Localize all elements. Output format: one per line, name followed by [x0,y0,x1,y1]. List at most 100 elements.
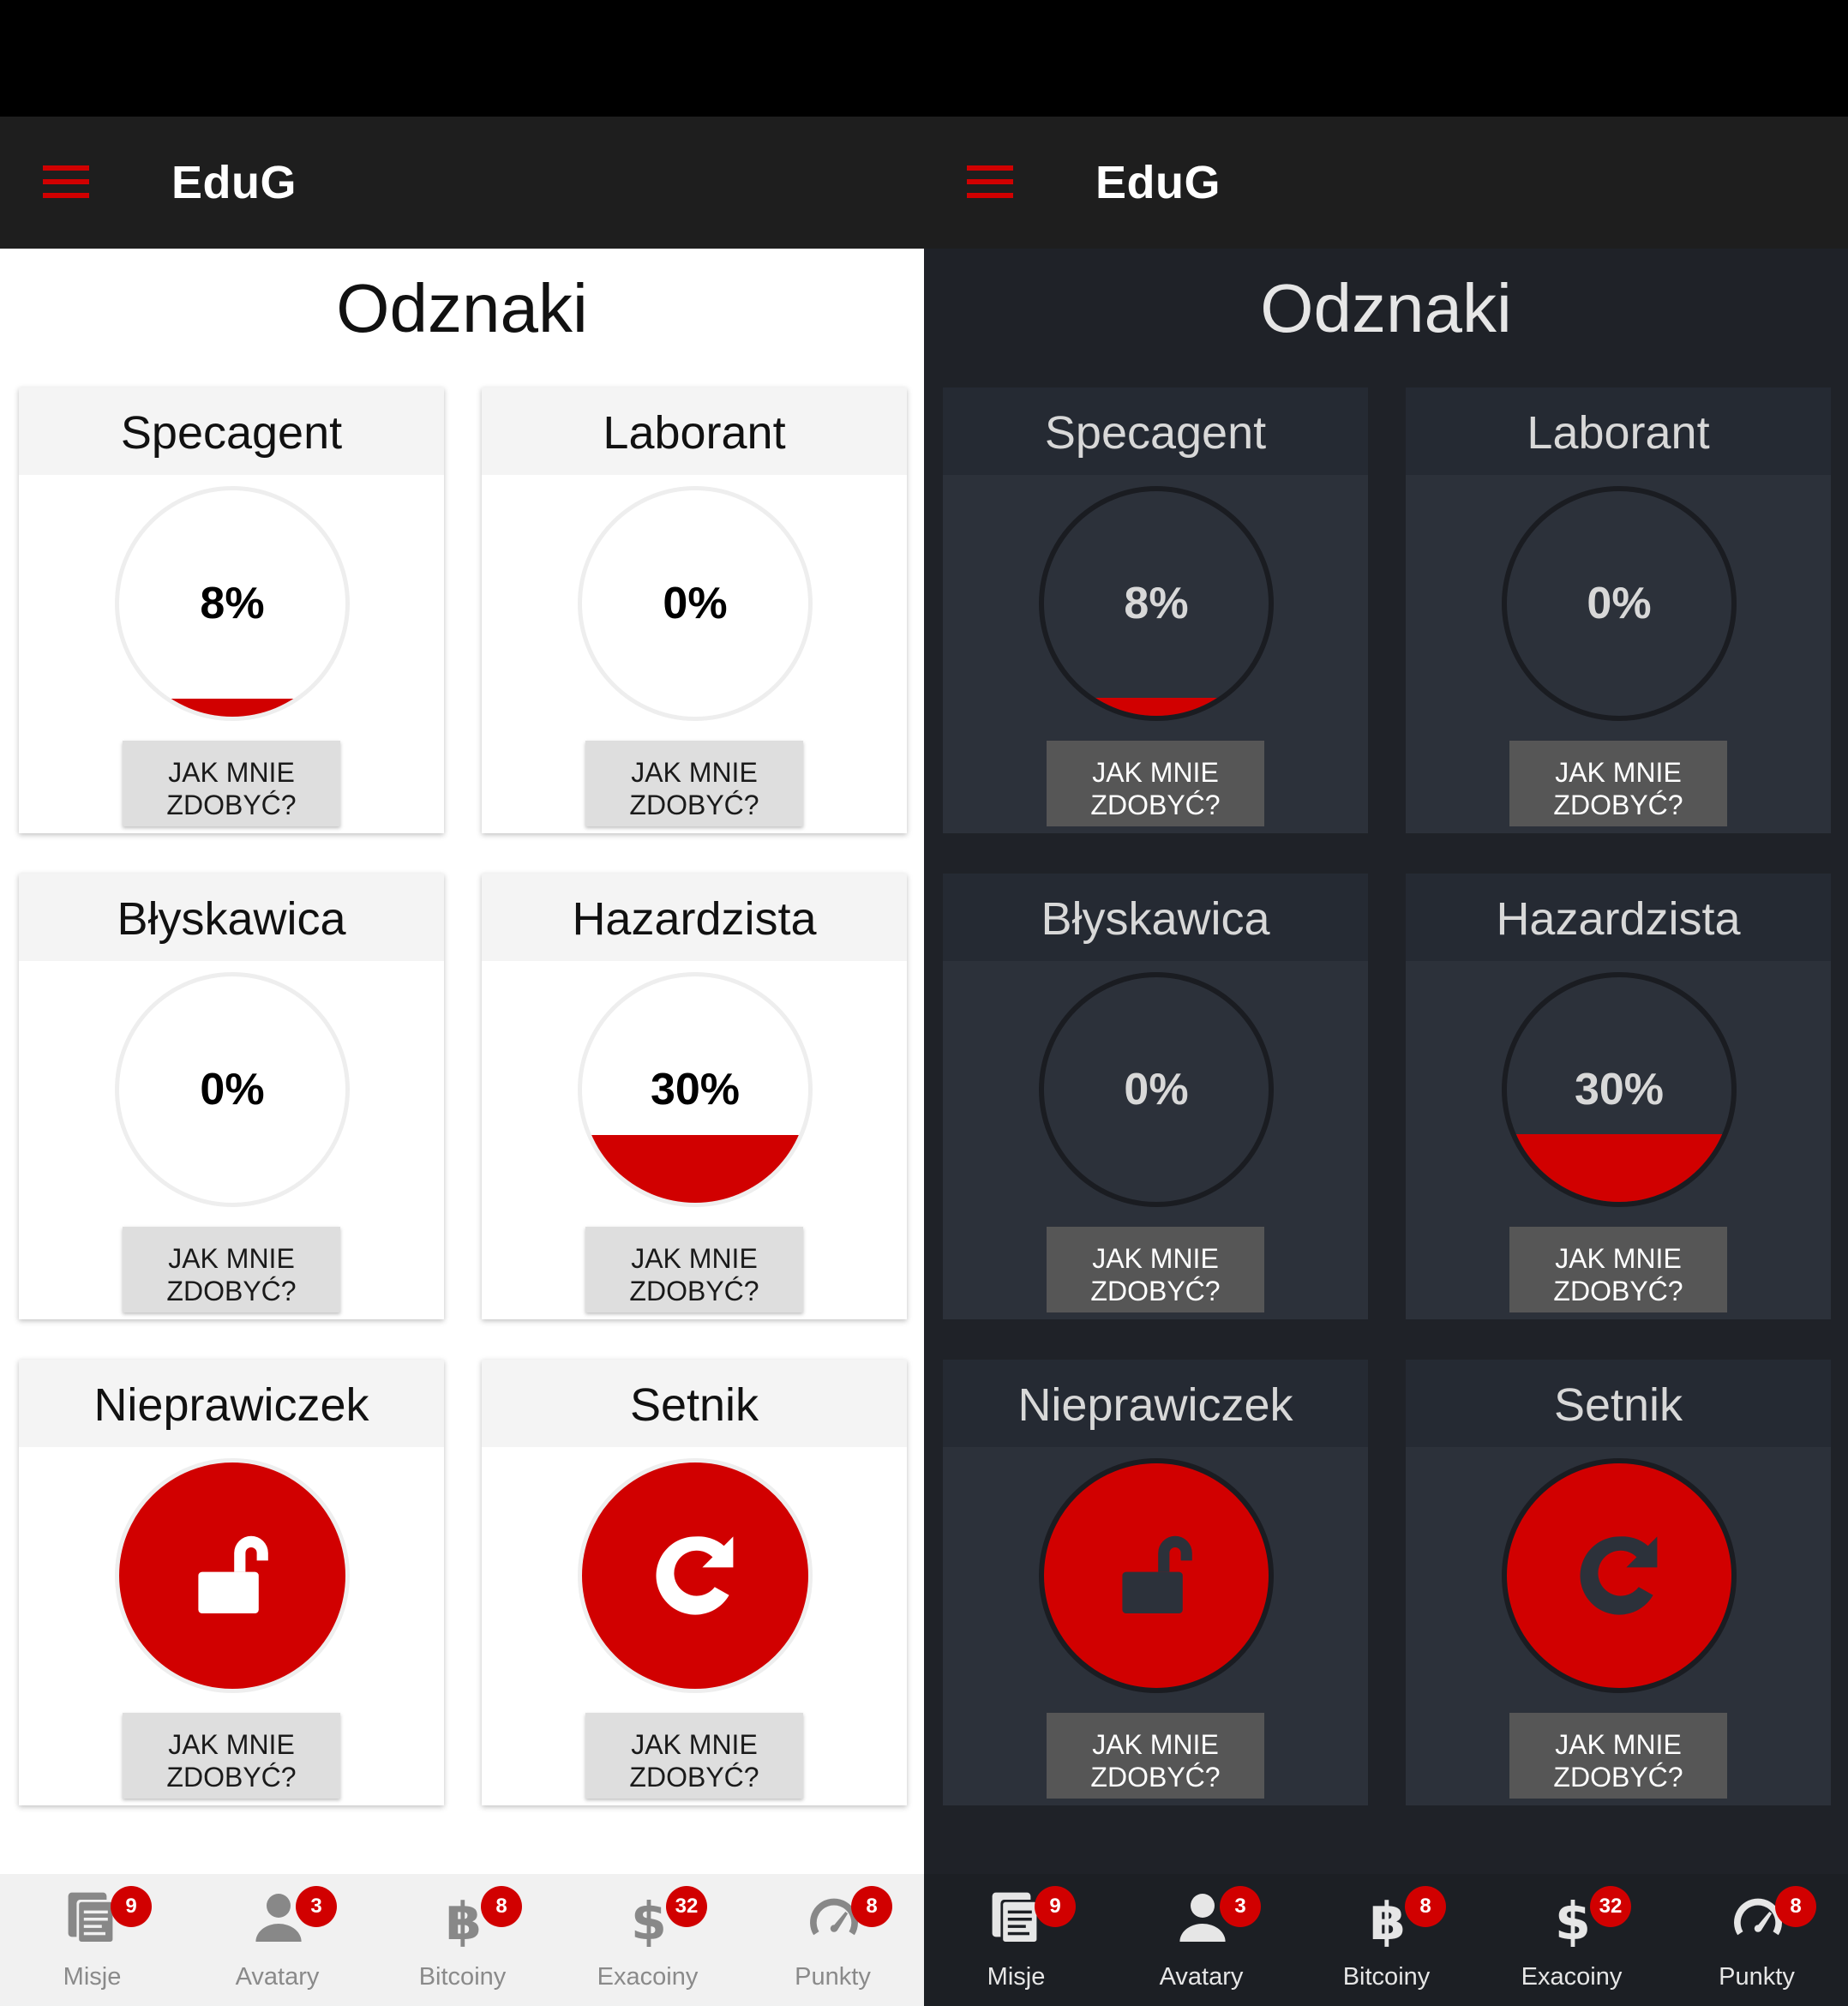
nav-item-bitcoiny[interactable]: ฿ 8 Bitcoiny [370,1874,555,2006]
notification-badge: 8 [1405,1886,1446,1927]
nav-label: Exacoiny [597,1963,699,1991]
hamburger-menu-icon[interactable] [967,165,1013,198]
progress-percent: 0% [663,579,728,628]
light-theme-screen: EduG Odznaki Specagent 8% JAK MNIE ZDOBY… [0,117,924,2006]
how-to-earn-button[interactable]: JAK MNIE ZDOBYĆ? [1509,1227,1727,1312]
how-to-earn-button[interactable]: JAK MNIE ZDOBYĆ? [123,1227,340,1312]
badge-icon-circle [1502,1458,1737,1693]
svg-text:$: $ [1555,1892,1591,1948]
badge-progress-ring: 30% [578,972,813,1207]
nav-label: Misje [987,1963,1046,1991]
notification-badge: 32 [1590,1886,1631,1927]
nav-item-misje[interactable]: 9 Misje [924,1874,1108,2006]
how-to-earn-button[interactable]: JAK MNIE ZDOBYĆ? [123,1713,340,1799]
nav-item-avatary[interactable]: 3 Avatary [1109,1874,1293,2006]
badge-progress-ring: 0% [578,486,813,721]
page-title: Odznaki [336,270,588,346]
how-to-earn-button[interactable]: JAK MNIE ZDOBYĆ? [585,1713,803,1799]
redo-icon [1507,1463,1731,1688]
unlock-icon [119,1462,345,1689]
svg-text:฿: ฿ [1370,1892,1406,1948]
nav-item-bitcoiny[interactable]: ฿ 8 Bitcoiny [1294,1874,1479,2006]
notification-badge: 32 [666,1886,707,1927]
notification-badge: 8 [1775,1886,1816,1927]
badge-title: Nieprawiczek [19,1360,444,1447]
nav-item-punkty[interactable]: 8 Punkty [1665,1874,1848,2006]
how-to-earn-button[interactable]: JAK MNIE ZDOBYĆ? [1047,741,1264,826]
badge-icon-circle [578,1458,813,1693]
status-bar [0,0,1848,117]
nav-label: Misje [63,1963,122,1991]
bottom-navigation: 9 Misje 3 Avatary ฿ 8 Bitcoiny $ 32 Exac… [924,1874,1848,2006]
progress-percent: 30% [1574,1065,1665,1114]
nav-item-punkty[interactable]: 8 Punkty [741,1874,924,2006]
svg-text:$: $ [631,1892,667,1948]
badge-title: Setnik [1406,1360,1831,1447]
nav-label: Punkty [795,1963,871,1991]
nav-item-exacoiny[interactable]: $ 32 Exacoiny [555,1874,740,2006]
nav-label: Exacoiny [1521,1963,1623,1991]
svg-text:฿: ฿ [446,1892,482,1948]
nav-label: Bitcoiny [1342,1963,1431,1991]
badge-title: Błyskawica [19,874,444,961]
dark-theme-screen: EduG Odznaki Specagent 8% JAK MNIE ZDOBY… [924,117,1848,2006]
badge-progress-ring: 8% [1039,486,1274,721]
badge-title: Hazardzista [1406,874,1831,961]
badge-title: Błyskawica [943,874,1368,961]
badge-card-nieprawiczek: Nieprawiczek JAK MNIE ZDOBYĆ? [19,1360,444,1805]
badge-title: Laborant [1406,387,1831,475]
nav-item-exacoiny[interactable]: $ 32 Exacoiny [1479,1874,1664,2006]
how-to-earn-button[interactable]: JAK MNIE ZDOBYĆ? [1509,1713,1727,1799]
nav-label: Avatary [1159,1963,1244,1991]
badge-title: Specagent [943,387,1368,475]
badge-progress-ring: 0% [1502,486,1737,721]
notification-badge: 9 [111,1886,152,1927]
page-title: Odznaki [1260,270,1512,346]
badge-title: Hazardzista [482,874,907,961]
how-to-earn-button[interactable]: JAK MNIE ZDOBYĆ? [585,1227,803,1312]
hamburger-menu-icon[interactable] [43,165,89,198]
bottom-navigation: 9 Misje 3 Avatary ฿ 8 Bitcoiny $ 32 Exac… [0,1874,924,2006]
progress-percent: 30% [650,1065,741,1114]
badge-card-blyskawica: Błyskawica 0% JAK MNIE ZDOBYĆ? [943,874,1368,1319]
badge-card-laborant: Laborant 0% JAK MNIE ZDOBYĆ? [1406,387,1831,833]
badge-progress-ring: 8% [115,486,350,721]
how-to-earn-button[interactable]: JAK MNIE ZDOBYĆ? [585,741,803,826]
badge-card-hazardzista: Hazardzista 30% JAK MNIE ZDOBYĆ? [482,874,907,1319]
progress-percent: 8% [1124,579,1189,628]
badge-card-hazardzista: Hazardzista 30% JAK MNIE ZDOBYĆ? [1406,874,1831,1319]
badge-card-specagent: Specagent 8% JAK MNIE ZDOBYĆ? [19,387,444,833]
notification-badge: 8 [851,1886,892,1927]
app-bar: EduG [924,117,1848,249]
notification-badge: 8 [481,1886,522,1927]
nav-label: Bitcoiny [418,1963,507,1991]
nav-label: Avatary [235,1963,320,1991]
badge-card-setnik: Setnik JAK MNIE ZDOBYĆ? [1406,1360,1831,1805]
badge-card-laborant: Laborant 0% JAK MNIE ZDOBYĆ? [482,387,907,833]
badge-title: Nieprawiczek [943,1360,1368,1447]
nav-item-misje[interactable]: 9 Misje [0,1874,184,2006]
badge-card-specagent: Specagent 8% JAK MNIE ZDOBYĆ? [943,387,1368,833]
app-title: EduG [1095,157,1221,208]
how-to-earn-button[interactable]: JAK MNIE ZDOBYĆ? [123,741,340,826]
app-title: EduG [171,157,297,208]
notification-badge: 3 [296,1886,337,1927]
progress-percent: 0% [200,1065,265,1114]
badge-progress-ring: 0% [115,972,350,1207]
how-to-earn-button[interactable]: JAK MNIE ZDOBYĆ? [1047,1713,1264,1799]
badge-title: Laborant [482,387,907,475]
redo-icon [582,1462,808,1689]
progress-percent: 8% [200,579,265,628]
how-to-earn-button[interactable]: JAK MNIE ZDOBYĆ? [1047,1227,1264,1312]
badge-card-nieprawiczek: Nieprawiczek JAK MNIE ZDOBYĆ? [943,1360,1368,1805]
notification-badge: 9 [1035,1886,1076,1927]
badge-card-setnik: Setnik JAK MNIE ZDOBYĆ? [482,1360,907,1805]
how-to-earn-button[interactable]: JAK MNIE ZDOBYĆ? [1509,741,1727,826]
badge-card-blyskawica: Błyskawica 0% JAK MNIE ZDOBYĆ? [19,874,444,1319]
nav-item-avatary[interactable]: 3 Avatary [185,1874,369,2006]
progress-percent: 0% [1587,579,1652,628]
nav-label: Punkty [1719,1963,1795,1991]
badge-progress-ring: 0% [1039,972,1274,1207]
app-bar: EduG [0,117,924,249]
badge-title: Setnik [482,1360,907,1447]
